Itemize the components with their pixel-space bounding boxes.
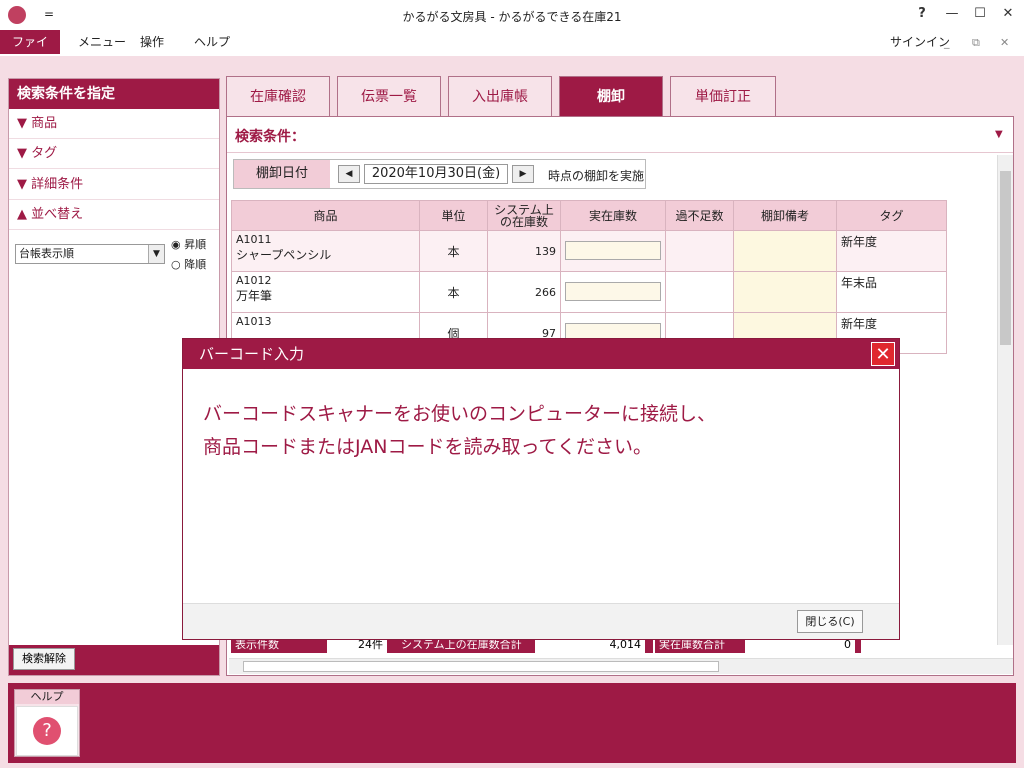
toolbar-group-help: ヘルプ ? xyxy=(14,689,80,757)
window-title: かるがる文房具 - かるがるできる在庫21 xyxy=(402,10,622,24)
col-diff[interactable]: 過不足数 xyxy=(665,200,734,231)
inventory-date-row: 棚卸日付 ◀ 2020年10月30日(金) ▶ 時点の棚卸を実施 xyxy=(233,159,646,189)
col-note[interactable]: 棚卸備考 xyxy=(733,200,837,231)
inventory-date-label: 棚卸日付 xyxy=(234,160,330,188)
dialog-message-line1: バーコードスキャナーをお使いのコンピューターに接続し、 xyxy=(203,403,717,425)
sort-asc-label: 昇順 xyxy=(184,238,207,251)
panel-title: 検索条件を指定 xyxy=(9,79,219,109)
section-tag[interactable]: ▼ タグ xyxy=(9,139,219,169)
product-code: A1011 xyxy=(236,233,272,246)
cell-system-qty: 139 xyxy=(487,230,561,272)
date-suffix-text: 時点の棚卸を実施 xyxy=(548,169,645,183)
next-date-button[interactable]: ▶ xyxy=(512,165,534,183)
expand-chevron-icon[interactable]: ▼ xyxy=(995,129,1003,140)
cell-system-qty: 266 xyxy=(487,271,561,313)
menu-menu[interactable]: メニュー xyxy=(68,30,136,54)
ribbon-minimize-icon[interactable]: _ xyxy=(944,36,950,49)
cell-unit: 本 xyxy=(419,230,488,272)
product-name: 万年筆 xyxy=(236,289,273,303)
col-actual-qty[interactable]: 実在庫数 xyxy=(560,200,666,231)
scroll-thumb[interactable] xyxy=(1000,171,1011,345)
minimize-icon[interactable]: — xyxy=(942,6,962,24)
ribbon-restore-icon[interactable]: ⧉ xyxy=(972,36,980,50)
help-toolbar-button[interactable]: ? xyxy=(16,706,78,756)
cell-product: A1011 シャープペンシル xyxy=(231,230,420,272)
close-window-icon[interactable]: ✕ xyxy=(998,6,1018,24)
menu-operation[interactable]: 操作 xyxy=(130,30,174,54)
horizontal-scrollbar[interactable] xyxy=(229,658,1013,674)
sort-desc-label: 降順 xyxy=(184,258,207,271)
panel-footer: 検索解除 xyxy=(9,645,219,675)
table-row[interactable]: A1011 シャープペンシル 本 139 新年度 xyxy=(231,230,947,272)
section-details[interactable]: ▼ 詳細条件 xyxy=(9,170,219,200)
cell-tag: 年末品 xyxy=(836,271,947,313)
product-code: A1012 xyxy=(236,274,272,287)
cell-tag: 新年度 xyxy=(836,230,947,272)
cell-diff xyxy=(665,271,734,313)
cell-actual-qty xyxy=(560,230,666,272)
menu-file[interactable]: ファイル xyxy=(0,30,60,73)
col-tag[interactable]: タグ xyxy=(836,200,947,231)
cell-unit: 本 xyxy=(419,271,488,313)
dialog-message-line2: 商品コードまたはJANコードを読み取ってください。 xyxy=(203,436,652,458)
inventory-date-field[interactable]: 2020年10月30日(金) xyxy=(364,164,508,184)
clear-search-button[interactable]: 検索解除 xyxy=(13,648,75,670)
dialog-title: バーコード入力 xyxy=(183,339,899,369)
prev-date-button[interactable]: ◀ xyxy=(338,165,360,183)
ribbon-close-icon[interactable]: ✕ xyxy=(1000,36,1009,49)
cell-note[interactable] xyxy=(733,230,837,272)
tab-in-out-book[interactable]: 入出庫帳 xyxy=(448,76,552,116)
cell-actual-qty xyxy=(560,271,666,313)
help-question-icon: ? xyxy=(33,717,61,745)
actual-qty-input[interactable] xyxy=(565,241,661,260)
section-sort[interactable]: ▲ 並べ替え xyxy=(9,200,219,230)
barcode-dialog: バーコード入力 ✕ バーコードスキャナーをお使いのコンピューターに接続し、 商品… xyxy=(182,338,900,640)
search-conditions-bar[interactable]: 検索条件： ▼ xyxy=(227,117,1013,153)
sort-asc-radio[interactable]: ◉ 昇順 xyxy=(171,236,206,252)
tab-stock-check[interactable]: 在庫確認 xyxy=(226,76,330,116)
inventory-table: 商品 単位 システム上 の在庫数 実在庫数 過不足数 棚卸備考 タグ A1011… xyxy=(231,200,947,354)
tab-price-correction[interactable]: 単価訂正 xyxy=(670,76,776,116)
chevron-down-icon: ▼ xyxy=(148,245,164,263)
col-system-qty[interactable]: システム上 の在庫数 xyxy=(487,200,561,231)
dialog-footer: 閉じる(C) xyxy=(183,603,899,639)
title-bar: = かるがる文房具 - かるがるできる在庫21 ? — ☐ ✕ xyxy=(0,0,1024,30)
menu-bar: ファイル メニュー 操作 ヘルプ サインイン _ ⧉ ✕ xyxy=(0,30,1024,73)
table-row[interactable]: A1012 万年筆 本 266 年末品 xyxy=(231,271,947,313)
maximize-icon[interactable]: ☐ xyxy=(970,6,990,24)
group-label-help: ヘルプ xyxy=(15,690,79,704)
tab-slip-list[interactable]: 伝票一覧 xyxy=(337,76,441,116)
actual-qty-input[interactable] xyxy=(565,282,661,301)
search-conditions-label: 検索条件： xyxy=(235,129,305,145)
product-code: A1013 xyxy=(236,315,272,328)
dialog-close-icon[interactable]: ✕ xyxy=(871,342,895,366)
h-scroll-thumb[interactable] xyxy=(243,661,719,672)
sort-select-value: 台帳表示順 xyxy=(19,247,74,260)
section-product[interactable]: ▼ 商品 xyxy=(9,109,219,139)
table-header-row: 商品 単位 システム上 の在庫数 実在庫数 過不足数 棚卸備考 タグ xyxy=(231,200,947,231)
menu-help[interactable]: ヘルプ xyxy=(184,30,240,54)
product-name: シャープペンシル xyxy=(236,248,332,262)
help-button[interactable]: ? xyxy=(912,6,932,24)
vertical-scrollbar[interactable] xyxy=(997,155,1013,645)
dialog-close-button[interactable]: 閉じる(C) xyxy=(797,610,863,633)
col-unit[interactable]: 単位 xyxy=(419,200,488,231)
col-product[interactable]: 商品 xyxy=(231,200,420,231)
tab-inventory[interactable]: 棚卸 xyxy=(559,76,663,116)
bottom-toolbar: ヘルプ ? xyxy=(8,683,1016,763)
sort-select[interactable]: 台帳表示順 ▼ xyxy=(15,244,165,264)
cell-diff xyxy=(665,230,734,272)
cell-note[interactable] xyxy=(733,271,837,313)
cell-product: A1012 万年筆 xyxy=(231,271,420,313)
sort-desc-radio[interactable]: ○ 降順 xyxy=(171,256,206,272)
